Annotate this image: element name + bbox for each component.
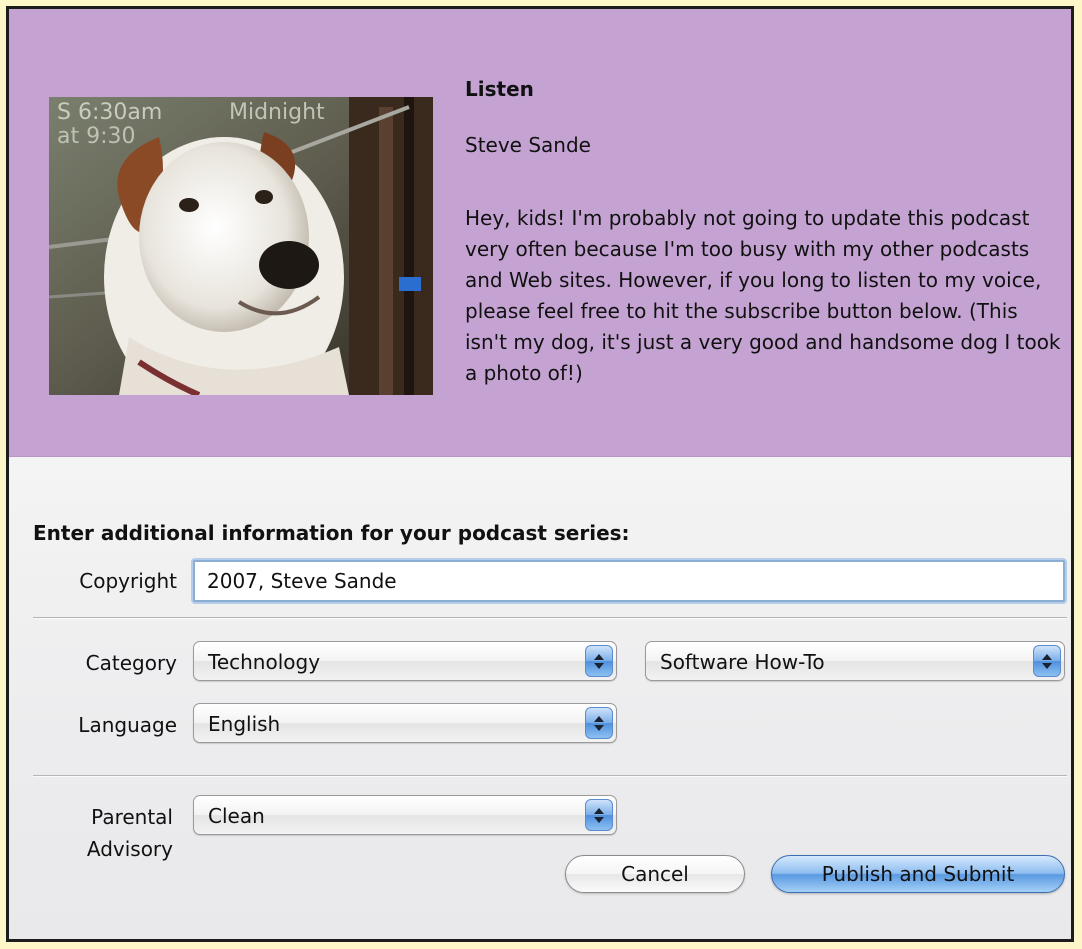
subcategory-select[interactable]: Software How-To bbox=[645, 641, 1065, 681]
popup-arrows-icon bbox=[585, 645, 613, 677]
parental-advisory-label: Parental Advisory bbox=[33, 801, 173, 865]
svg-text:Midnight: Midnight bbox=[229, 100, 325, 125]
svg-text:at 9:30: at 9:30 bbox=[57, 124, 136, 149]
language-select[interactable]: English bbox=[193, 703, 617, 743]
copyright-label: Copyright bbox=[79, 569, 177, 593]
form-divider bbox=[33, 617, 1067, 619]
category-value: Technology bbox=[208, 650, 321, 674]
cancel-button[interactable]: Cancel bbox=[565, 855, 745, 893]
category-label: Category bbox=[85, 651, 177, 675]
parental-label-line2: Advisory bbox=[86, 837, 173, 861]
parental-label-line1: Parental bbox=[91, 805, 173, 829]
popup-arrows-icon bbox=[585, 799, 613, 831]
podcast-description: Hey, kids! I'm probably not going to upd… bbox=[465, 206, 1061, 385]
publish-podcast-dialog: S 6:30am at 9:30 Midnight Listen Steve S… bbox=[6, 6, 1074, 942]
form-divider bbox=[33, 775, 1067, 777]
svg-text:S 6:30am: S 6:30am bbox=[57, 100, 162, 125]
language-label: Language bbox=[78, 713, 177, 737]
category-select[interactable]: Technology bbox=[193, 641, 617, 681]
podcast-artwork: S 6:30am at 9:30 Midnight bbox=[49, 97, 433, 395]
publish-and-submit-button[interactable]: Publish and Submit bbox=[771, 855, 1065, 893]
copyright-field[interactable] bbox=[193, 560, 1065, 602]
subcategory-value: Software How-To bbox=[660, 650, 825, 674]
parental-advisory-value: Clean bbox=[208, 804, 265, 828]
podcast-preview-panel: S 6:30am at 9:30 Midnight Listen Steve S… bbox=[9, 9, 1071, 457]
form-instructions: Enter additional information for your po… bbox=[33, 521, 630, 545]
podcast-author: Steve Sande bbox=[465, 133, 591, 157]
parental-advisory-select[interactable]: Clean bbox=[193, 795, 617, 835]
popup-arrows-icon bbox=[1033, 645, 1061, 677]
podcast-title: Listen bbox=[465, 77, 534, 101]
series-info-form: Enter additional information for your po… bbox=[9, 457, 1071, 939]
language-value: English bbox=[208, 712, 281, 736]
popup-arrows-icon bbox=[585, 707, 613, 739]
